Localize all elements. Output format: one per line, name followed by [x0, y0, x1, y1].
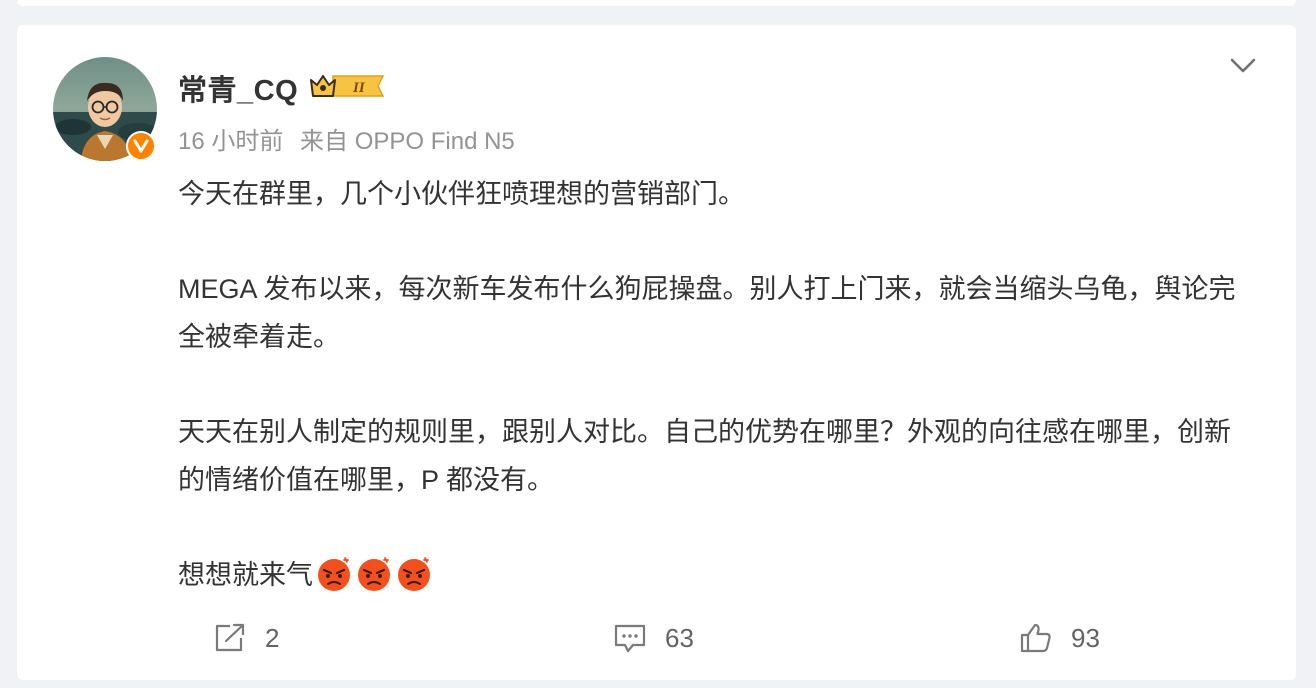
thumbs-up-icon — [1019, 622, 1053, 654]
author-name[interactable]: 常青_CQ — [178, 67, 298, 109]
repost-count: 2 — [265, 622, 280, 653]
post-paragraph: 想想就来气 — [178, 560, 313, 590]
angry-emoji — [395, 555, 433, 593]
post-paragraph: 天天在别人制定的规则里，跟别人对比。自己的优势在哪里？外观的向往感在哪里，创新的… — [178, 417, 1231, 495]
post-paragraph: MEGA 发布以来，每次新车发布什么狗屁操盘。别人打上门来，就会当缩头乌龟，舆论… — [178, 274, 1236, 352]
crown-level-badge-icon[interactable]: II — [307, 70, 387, 102]
angry-emoji — [315, 555, 353, 593]
chevron-down-icon[interactable] — [1225, 51, 1261, 81]
badge-level-text: II — [352, 80, 366, 96]
post-paragraph: 今天在群里，几个小伙伴狂喷理想的营销部门。 — [178, 179, 745, 209]
post-card: 常青_CQ II 16 小时前 来自 OPPO Find N5 今天在群里，几个… — [17, 25, 1296, 680]
like-count: 93 — [1071, 622, 1100, 653]
post-meta: 16 小时前 来自 OPPO Find N5 — [178, 121, 525, 156]
post-source: 来自 OPPO Find N5 — [300, 128, 515, 155]
verified-v-icon — [126, 131, 156, 161]
comment-count: 63 — [665, 622, 694, 653]
post-paragraph-last: 想想就来气 — [178, 551, 1248, 599]
repost-button[interactable]: 2 — [213, 622, 279, 654]
repost-icon — [213, 622, 247, 654]
comment-button[interactable]: 63 — [613, 622, 694, 654]
previous-post-card — [17, 0, 1296, 6]
like-button[interactable]: 93 — [1019, 622, 1100, 654]
post-text: 今天在群里，几个小伙伴狂喷理想的营销部门。 MEGA 发布以来，每次新车发布什么… — [178, 170, 1248, 599]
comment-icon — [613, 622, 647, 654]
angry-emoji — [355, 555, 393, 593]
post-time[interactable]: 16 小时前 — [178, 128, 283, 155]
